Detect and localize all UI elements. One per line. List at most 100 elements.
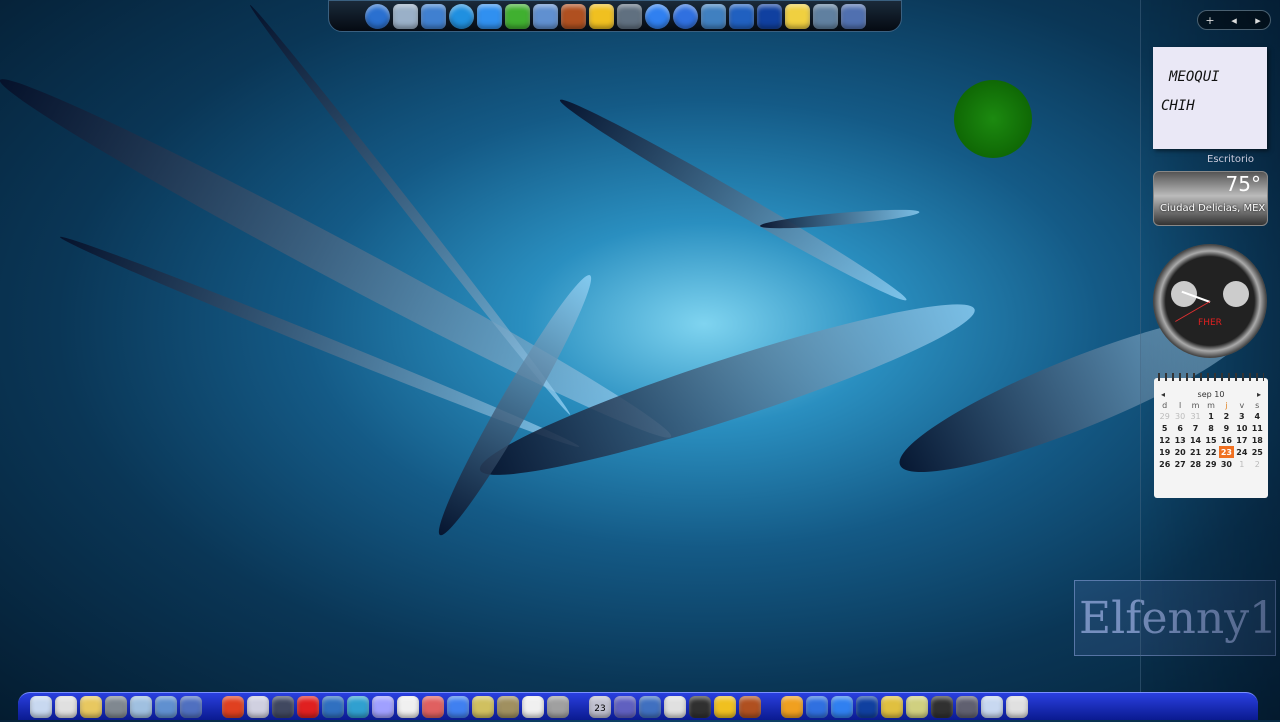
calendar-day[interactable]: 17	[1234, 434, 1249, 446]
thunderbird-icon[interactable]	[347, 695, 369, 718]
calendar-day[interactable]: 9	[1219, 422, 1234, 434]
play-icon[interactable]	[672, 3, 698, 29]
calendar-day[interactable]: 6	[1172, 422, 1187, 434]
calendar-day[interactable]: 29	[1157, 410, 1172, 422]
prev-month-button[interactable]: ◂	[1161, 390, 1165, 399]
calendar-day[interactable]: 20	[1172, 446, 1187, 458]
calculator-icon[interactable]	[614, 695, 636, 718]
baseball-glove-icon[interactable]	[560, 3, 586, 29]
calendar-day[interactable]: 15	[1203, 434, 1218, 446]
folder-icon[interactable]	[80, 695, 102, 718]
prev-page-button[interactable]: ◂	[1222, 14, 1246, 27]
calendar-day[interactable]: 4	[1250, 410, 1265, 422]
add-gadget-button[interactable]: +	[1198, 14, 1222, 27]
calendar-day[interactable]: 8	[1203, 422, 1218, 434]
film-folder-icon[interactable]	[105, 695, 127, 718]
search-globe-icon[interactable]	[448, 3, 474, 29]
calendar-day[interactable]: 21	[1188, 446, 1203, 458]
calendar-day[interactable]: 2	[1250, 458, 1265, 470]
calendar-day[interactable]: 14	[1188, 434, 1203, 446]
ccleaner-icon[interactable]	[906, 695, 928, 718]
calendar-day[interactable]: 5	[1157, 422, 1172, 434]
calendar-day[interactable]: 11	[1250, 422, 1265, 434]
google-icon[interactable]	[644, 3, 670, 29]
ccleaner-icon[interactable]	[756, 3, 782, 29]
mouse-icon[interactable]	[714, 695, 736, 718]
calendar-day[interactable]: 30	[1172, 410, 1187, 422]
internet-explorer-icon[interactable]	[476, 3, 502, 29]
desktop-icon[interactable]	[272, 695, 294, 718]
calendar-gadget[interactable]: ◂ sep 10 ▸ d l m m j v s 29 30 31 1 2 3 4 5 6 7 8 9 10 11 12 1…	[1154, 373, 1268, 498]
calendar-day[interactable]: 25	[1250, 446, 1265, 458]
baseball-glove-icon[interactable]	[806, 695, 828, 718]
magic-wand-icon[interactable]	[784, 3, 810, 29]
calendar-day[interactable]: 19	[1157, 446, 1172, 458]
calendar-day[interactable]: 29	[1203, 458, 1218, 470]
next-page-button[interactable]: ▸	[1246, 14, 1270, 27]
youtube-icon[interactable]	[322, 695, 344, 718]
calendar-day[interactable]: 1	[1234, 458, 1249, 470]
help-icon[interactable]	[739, 695, 761, 718]
music-folder-icon[interactable]	[155, 695, 177, 718]
messenger-icon[interactable]	[504, 3, 530, 29]
calendar-day[interactable]: 26	[1157, 458, 1172, 470]
calendar-day[interactable]: 13	[1172, 434, 1187, 446]
recycle-icon[interactable]	[664, 695, 686, 718]
calendar-day[interactable]: 22	[1203, 446, 1218, 458]
calendar-day[interactable]: 18	[1250, 434, 1265, 446]
calendar-day[interactable]: 2	[1219, 410, 1234, 422]
next-month-button[interactable]: ▸	[1257, 390, 1261, 399]
utorrent-icon[interactable]	[372, 695, 394, 718]
paint-icon[interactable]	[447, 695, 469, 718]
skype-icon[interactable]	[856, 695, 878, 718]
notes-icon[interactable]	[522, 695, 544, 718]
calendar-day[interactable]: 1	[1203, 410, 1218, 422]
sticky-note-gadget[interactable]: MEOQUI CHIH	[1153, 47, 1267, 149]
power-icon[interactable]	[247, 695, 269, 718]
paint-ball-icon[interactable]	[472, 695, 494, 718]
network-icon[interactable]	[422, 695, 444, 718]
calendar-day[interactable]: 24	[1234, 446, 1249, 458]
drive-icon[interactable]	[55, 695, 77, 718]
itunes-icon[interactable]	[397, 695, 419, 718]
google-icon[interactable]	[881, 695, 903, 718]
calendar-day[interactable]: 27	[1172, 458, 1187, 470]
gears-icon[interactable]	[812, 3, 838, 29]
webcam-icon[interactable]	[981, 695, 1003, 718]
media-icon[interactable]	[616, 3, 642, 29]
pictures-folder-icon[interactable]	[130, 695, 152, 718]
note-icon[interactable]	[956, 695, 978, 718]
media-player-icon[interactable]	[297, 695, 319, 718]
trash-icon[interactable]	[1006, 695, 1028, 718]
notepad-icon[interactable]	[392, 3, 418, 29]
rocket-icon[interactable]	[831, 695, 853, 718]
star-icon[interactable]	[781, 695, 803, 718]
calendar-day[interactable]: 16	[1219, 434, 1234, 446]
notepad-icon[interactable]	[639, 695, 661, 718]
network-icon[interactable]	[532, 3, 558, 29]
orbit-icon[interactable]	[728, 3, 754, 29]
gears-icon[interactable]	[689, 695, 711, 718]
calendar-day[interactable]: 7	[1188, 422, 1203, 434]
calendar-day[interactable]: 3	[1234, 410, 1249, 422]
calendar-day[interactable]: 28	[1188, 458, 1203, 470]
pen-icon[interactable]	[547, 695, 569, 718]
network-folder-icon[interactable]	[180, 695, 202, 718]
windows-start-icon[interactable]	[222, 695, 244, 718]
safari-icon[interactable]	[700, 3, 726, 29]
calendar-day-today[interactable]: 23	[1218, 446, 1235, 458]
calendar-day[interactable]: 30	[1219, 458, 1234, 470]
star-rocket-icon[interactable]	[588, 3, 614, 29]
clock-gadget[interactable]: FHER	[1153, 244, 1267, 358]
calendar-day[interactable]: 12	[1157, 434, 1172, 446]
weather-gadget[interactable]: 75° Ciudad Delicias, MEX	[1153, 171, 1268, 226]
windows-start-icon[interactable]	[364, 3, 390, 29]
computer-icon[interactable]	[30, 695, 52, 718]
calendar-icon[interactable]: 23	[589, 695, 611, 718]
calendar-day[interactable]: 31	[1188, 410, 1203, 422]
gears-blue-icon[interactable]	[840, 3, 866, 29]
calendar-day[interactable]: 10	[1234, 422, 1249, 434]
folder-icon[interactable]	[931, 695, 953, 718]
dragon-icon[interactable]	[497, 695, 519, 718]
monitor-icon[interactable]	[420, 3, 446, 29]
